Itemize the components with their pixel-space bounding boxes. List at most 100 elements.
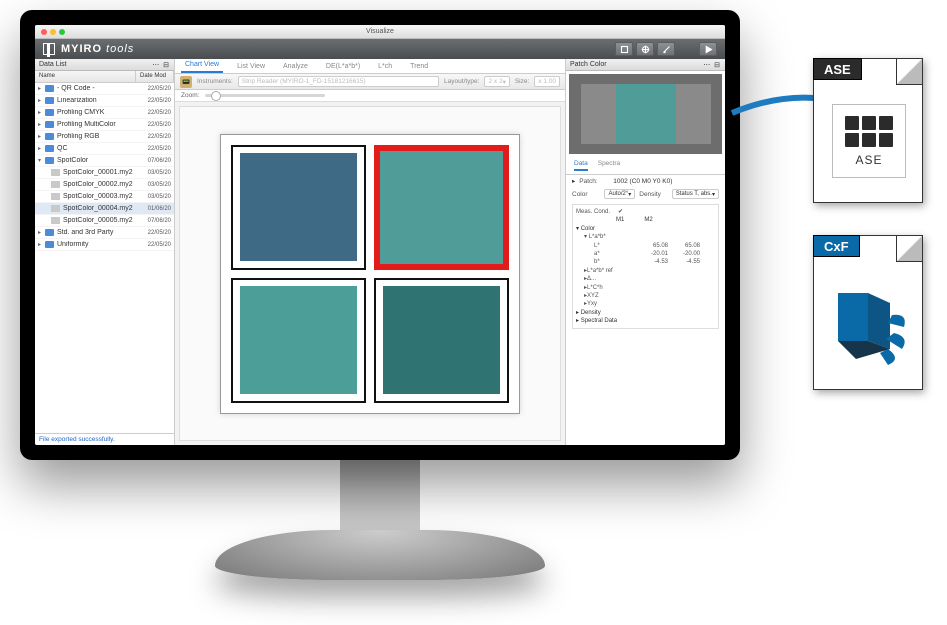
tree-item[interactable]: ▸Std. and 3rd Party22/05/20 [35,227,174,239]
patch-preview [569,74,722,154]
page-fold-icon [896,59,922,85]
main-area: Data List ⋯ ⊟ Name Date Mod ▸- QR Code -… [35,59,725,445]
tree-file-selected[interactable]: SpotColor_00004.my201/06/20 [35,203,174,215]
toolbar-edit-icon[interactable] [657,42,675,56]
preview-ref2 [676,84,711,144]
toolbar-play-icon[interactable] [699,42,717,56]
swatch-a[interactable] [231,145,366,270]
folder-icon [45,85,54,92]
tree-item[interactable]: ▸Profiling CMYK22/05/20 [35,107,174,119]
patch-tabs: Data Spectra [566,157,725,175]
toolbar-scan-icon[interactable] [615,42,633,56]
tree-item[interactable]: ▸Profiling RGB22/05/20 [35,131,174,143]
patch-title: Patch Color [570,61,607,68]
folder-icon [45,133,54,140]
monitor-stand-base [215,530,545,580]
tree-file[interactable]: SpotColor_00001.my203/05/20 [35,167,174,179]
tab-chart-view[interactable]: Chart View [181,58,223,73]
preview-sample [616,84,676,144]
swatch-d[interactable] [374,278,509,403]
instrument-icon[interactable]: 📟 [180,76,192,88]
tree-item-spotcolor[interactable]: ▾SpotColor07/06/20 [35,155,174,167]
minimize-icon[interactable] [50,29,56,35]
tab-trend[interactable]: Trend [406,60,432,73]
patch-panel: Patch Color ⋯ ⊟ Data Spectra ▸ Patc [565,59,725,445]
instruments-label: Instruments: [197,78,233,85]
tab-lch[interactable]: L*ch [374,60,396,73]
tree-item[interactable]: ▸Profiling MultiColor22/05/20 [35,119,174,131]
tree-item[interactable]: ▸Linearization22/05/20 [35,95,174,107]
size-label: Size: [515,78,529,85]
density-mode-select[interactable]: Status T, abs. ▾ [672,189,719,199]
canvas-viewport[interactable] [179,106,561,441]
swatch-a-fill [240,153,358,262]
folder-icon [45,157,54,164]
size-field[interactable]: x 1.00 [534,76,560,87]
tab-spectra[interactable]: Spectra [598,160,620,171]
patch-row: ▸ Patch: 1002 (C0 M0 Y0 K0) [566,175,725,187]
tree-item[interactable]: ▸QC22/05/20 [35,143,174,155]
tab-de-lab[interactable]: DE(L*a*b*) [322,60,364,73]
panel-menu-icon[interactable]: ⋯ ⊟ [703,61,721,69]
panel-menu-icon[interactable]: ⋯ ⊟ [152,61,170,69]
color-mode-row: Color Auto/2° ▾ Density Status T, abs. ▾ [566,187,725,201]
swatch-b-selected[interactable] [374,145,509,270]
ase-body: ASE [832,104,906,178]
preview-ref [581,84,616,144]
file-icon [51,181,60,188]
swatch-c[interactable] [231,278,366,403]
patch-label: Patch: [579,178,609,185]
col-date[interactable]: Date Mod [136,71,174,82]
ase-label: ASE [855,153,882,167]
tree-item[interactable]: ▸- QR Code -22/05/20 [35,83,174,95]
view-tabs: Chart View List View Analyze DE(L*a*b*) … [175,59,565,74]
color-mode-select[interactable]: Auto/2° ▾ [604,189,635,199]
ase-badge: ASE [813,58,862,80]
measurement-data: Meas. Cond.✔ M1M2 ▾ Color ▾ L*a*b* L*65.… [572,204,719,329]
brand-suffix: tools [106,43,134,55]
file-icon [51,205,60,212]
folder-icon [45,97,54,104]
brand-logo-icon [43,43,55,55]
brand-bar: MYIRO tools [35,39,725,59]
swatch-d-fill [383,286,501,395]
sidebar-header: Data List ⋯ ⊟ [35,59,174,71]
tab-data[interactable]: Data [574,160,588,171]
folder-icon [45,229,54,236]
app-screen: Visualize MYIRO tools Data List ⋯ ⊟ [35,25,725,445]
folder-icon [45,145,54,152]
col-name[interactable]: Name [35,71,136,82]
data-tree[interactable]: ▸- QR Code -22/05/20 ▸Linearization22/05… [35,83,174,433]
top-toolbar [615,42,717,56]
color-label: Color [572,191,600,198]
center-panel: Chart View List View Analyze DE(L*a*b*) … [175,59,565,445]
layout-label: Layout/type: [444,78,479,85]
zoom-slider[interactable] [205,94,325,97]
tab-analyze[interactable]: Analyze [279,60,312,73]
tab-list-view[interactable]: List View [233,60,269,73]
cxf-file-icon: CxF [813,235,923,390]
zoom-label: Zoom: [181,92,199,99]
tree-item[interactable]: ▸Uniformity22/05/20 [35,239,174,251]
monitor-stand-neck [340,458,420,538]
swatch-chart [220,134,520,414]
swatch-b-fill [380,151,503,264]
brand-name: MYIRO [61,43,102,55]
cxf-art-icon [830,281,910,371]
maximize-icon[interactable] [59,29,65,35]
window-titlebar: Visualize [35,25,725,39]
status-bar: File exported successfully. [35,433,174,445]
file-icon [51,217,60,224]
tree-file[interactable]: SpotColor_00005.my207/06/20 [35,215,174,227]
tree-file[interactable]: SpotColor_00003.my203/05/20 [35,191,174,203]
traffic-lights [41,29,65,35]
zoom-bar: Zoom: [175,90,565,102]
sidebar-title: Data List [39,61,67,68]
close-icon[interactable] [41,29,47,35]
instruments-select[interactable]: Strip Reader (MYIRO-1_FD-15181216615) [238,76,439,87]
layout-select[interactable]: 2 x 2 ▾ [484,76,509,87]
monitor-bezel: Visualize MYIRO tools Data List ⋯ ⊟ [20,10,740,460]
tree-file[interactable]: SpotColor_00002.my203/05/20 [35,179,174,191]
toolbar-target-icon[interactable] [636,42,654,56]
caret-icon[interactable]: ▸ [572,177,575,185]
